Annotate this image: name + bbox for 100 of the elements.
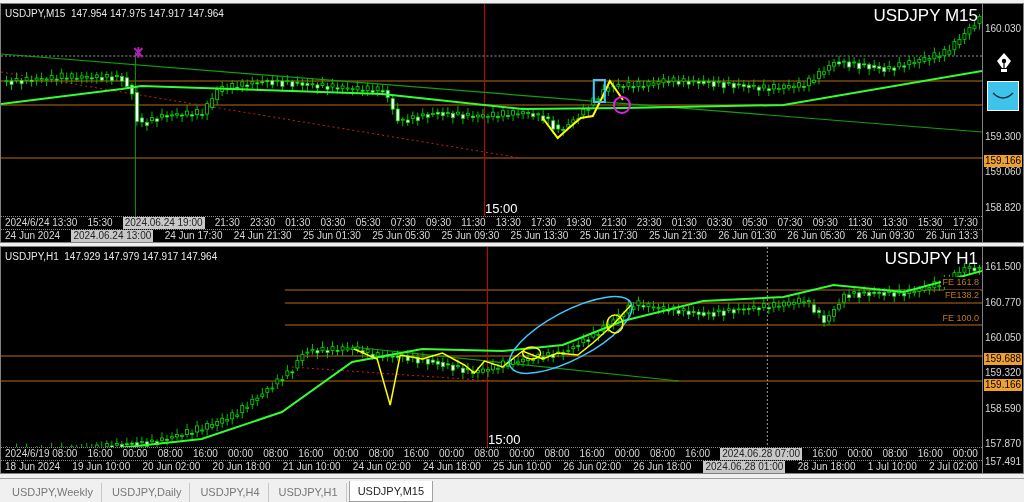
- circle-marker: [612, 96, 631, 114]
- time-label: 15:30: [87, 217, 113, 229]
- time-label: 17:30: [531, 217, 556, 229]
- time-label: 01:30: [285, 217, 311, 229]
- time-label: 08:00: [157, 448, 183, 460]
- time-label: 00:00: [333, 448, 359, 460]
- time-label: 16:00: [87, 448, 113, 460]
- time-label: 05:30: [355, 217, 381, 229]
- time-label: 07:30: [777, 217, 803, 229]
- time-label: 16:00: [403, 448, 429, 460]
- time-label: 11:30: [461, 217, 486, 229]
- circle-marker: [606, 314, 624, 334]
- price-label: 159.060: [985, 167, 1022, 178]
- time-label: 20 Jun 02:00: [142, 461, 201, 473]
- cross-marker-icon: [133, 46, 144, 59]
- price-label: 157.491: [985, 457, 1022, 468]
- cursor-time-label: 15:00: [488, 433, 521, 447]
- time-label: 24 Jun 02:00: [352, 461, 411, 473]
- price-label: 159.688: [984, 353, 1023, 366]
- time-label: 2024.06.24 19:00: [122, 217, 205, 229]
- time-label: 01:30: [671, 217, 697, 229]
- time-label: 2024.06.24 13:00: [71, 230, 154, 242]
- price-label: 159.320: [985, 368, 1022, 379]
- chart-tab[interactable]: USDJPY,M15: [348, 481, 434, 502]
- time-label: 08:00: [263, 448, 289, 460]
- time-label: 16:00: [579, 448, 605, 460]
- time-label: 2024.06.28 07:00: [720, 448, 803, 460]
- time-label: 05:30: [742, 217, 768, 229]
- time-label: 11:30: [847, 217, 873, 229]
- time-label: 09:30: [426, 217, 452, 229]
- time-label: 07:30: [390, 217, 416, 229]
- time-label: 00:00: [847, 448, 873, 460]
- time-label: 21:30: [214, 217, 240, 229]
- fibonacci-label: FE 100.0: [941, 313, 980, 323]
- time-label: 17:30: [952, 217, 978, 229]
- cursor-time-label: 15:00: [485, 202, 518, 216]
- time-label: 25 Jun 13:30: [510, 230, 569, 242]
- time-label: 00:00: [614, 448, 640, 460]
- time-label: 00:00: [509, 448, 535, 460]
- price-label: 160.030: [985, 24, 1022, 34]
- time-label: 13:30: [882, 217, 908, 229]
- price-label: 159.166: [984, 378, 1023, 391]
- time-label: 09:30: [812, 217, 838, 229]
- time-label: 20 Jun 18:00: [212, 461, 271, 473]
- time-label: 26 Jun 02:00: [563, 461, 622, 473]
- time-label: 16:00: [685, 448, 711, 460]
- time-label: 25 Jun 01:30: [303, 230, 361, 242]
- time-label: 24 Jun 18:00: [423, 461, 481, 473]
- time-label: 26 Jun 05:30: [787, 230, 846, 242]
- time-label: 08:00: [544, 448, 570, 460]
- price-label: 161.500: [985, 262, 1022, 272]
- price-label: 159.166: [984, 154, 1023, 167]
- time-label: 16:00: [192, 448, 218, 460]
- rectangle-marker: [592, 79, 606, 103]
- symbol-info-text: USDJPY,H1 147.929 147.979 147.917 147.964: [5, 250, 218, 264]
- time-label: 08:00: [474, 448, 500, 460]
- time-label: 2 Jul 02:00: [929, 461, 978, 473]
- time-label: 2024/6/24 13:30: [5, 217, 78, 229]
- time-label: 00:00: [228, 448, 254, 460]
- price-label: 160.050: [985, 332, 1022, 343]
- circle-marker: [521, 346, 542, 360]
- time-label: 18 Jun 2024: [5, 461, 61, 473]
- time-label: 08:00: [368, 448, 394, 460]
- symbol-info-text: USDJPY,M15 147.954 147.975 147.917 147.964: [5, 7, 224, 21]
- time-label: 1 Jul 10:00: [867, 461, 917, 473]
- time-label: 13:30: [495, 217, 521, 229]
- time-label: 28 Jun 18:00: [797, 461, 856, 473]
- time-label: 21 Jun 10:00: [282, 461, 341, 473]
- time-label: 23:30: [636, 217, 662, 229]
- time-label: 16:00: [298, 448, 324, 460]
- time-label: 26 Jun 01:30: [718, 230, 776, 242]
- time-label: 25 Jun 10:00: [493, 461, 551, 473]
- time-label: 00:00: [952, 448, 978, 460]
- time-label: 19 Jun 10:00: [72, 461, 131, 473]
- price-label: 158.590: [985, 403, 1022, 414]
- time-label: 26 Jun 18:00: [633, 461, 692, 473]
- smile-icon: [987, 81, 1019, 111]
- time-label: 24 Jun 21:30: [233, 230, 292, 242]
- time-label: 24 Jun 2024: [5, 230, 61, 242]
- time-label: 03:30: [320, 217, 346, 229]
- time-label: 08:00: [649, 448, 675, 460]
- time-label: 03:30: [707, 217, 733, 229]
- time-label: 2024.06.28 01:00: [703, 461, 786, 473]
- time-label: 15:30: [917, 217, 943, 229]
- time-label: 26 Jun 13:3: [925, 230, 978, 242]
- time-label: 00:00: [122, 448, 148, 460]
- price-label: 157.870: [985, 439, 1022, 449]
- time-label: 25 Jun 21:30: [648, 230, 707, 242]
- time-label: 23:30: [249, 217, 275, 229]
- price-label: 158.820: [985, 202, 1022, 213]
- time-label: 26 Jun 09:30: [856, 230, 915, 242]
- chart-title: USDJPY M15: [873, 6, 978, 26]
- time-label: 19:30: [566, 217, 592, 229]
- time-label: 24 Jun 17:30: [164, 230, 223, 242]
- time-label: 16:00: [917, 448, 943, 460]
- price-label: 159.300: [985, 131, 1022, 142]
- time-label: 21:30: [601, 217, 627, 229]
- time-label: 2024/6/19 08:00: [5, 448, 78, 460]
- time-label: 16:00: [812, 448, 838, 460]
- price-label: 160.770: [985, 297, 1022, 308]
